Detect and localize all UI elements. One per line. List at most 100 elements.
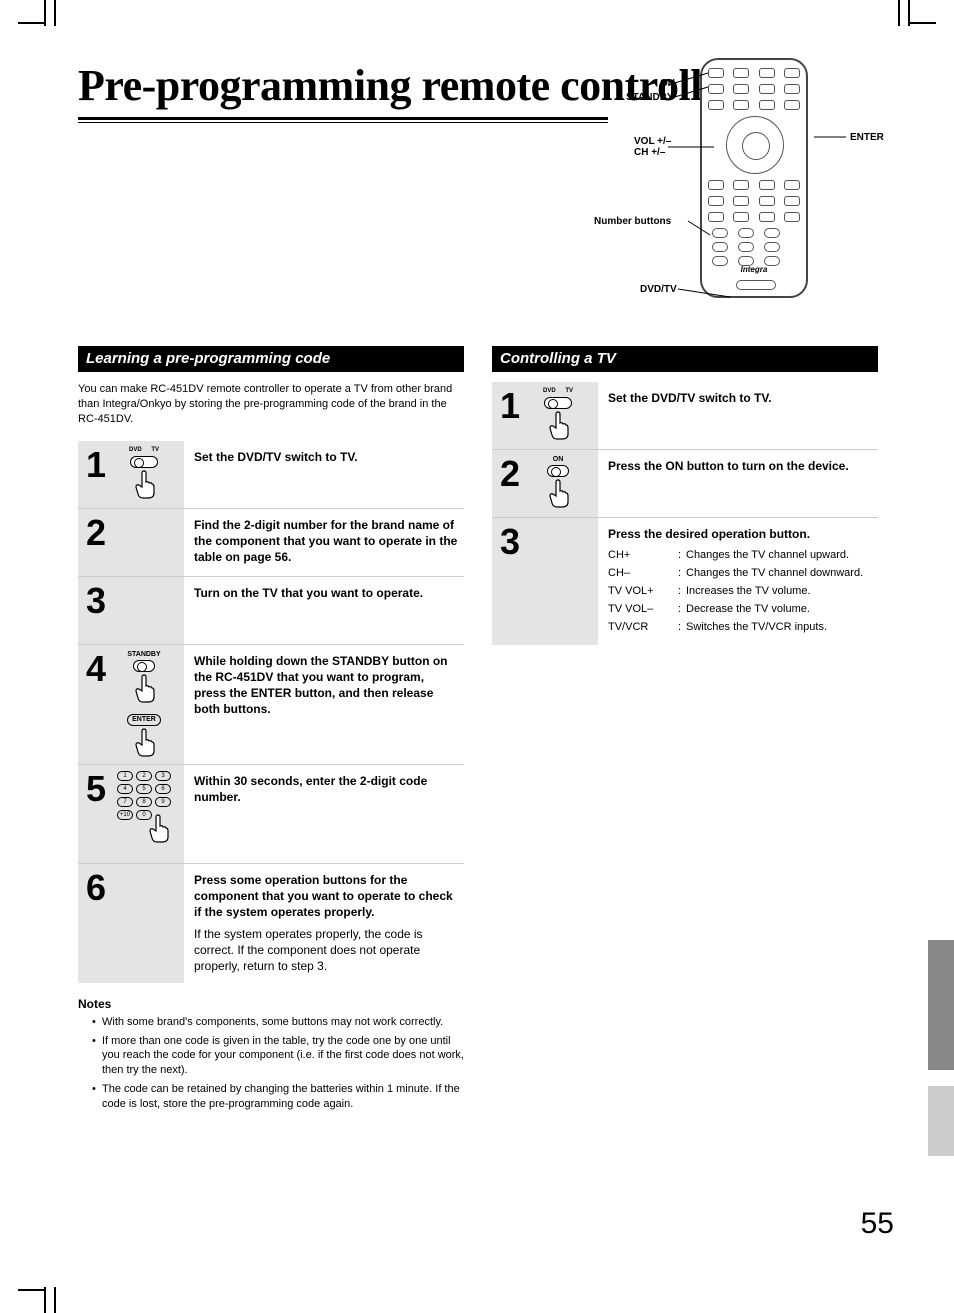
step-num-cell: 4STANDBYENTER — [78, 645, 184, 764]
step-title: Press the ON button to turn on the devic… — [608, 458, 872, 474]
step-num-cell: 2 — [78, 509, 184, 576]
step-number: 3 — [500, 524, 520, 639]
crop-mark — [910, 22, 936, 24]
operation-row: CH–:Changes the TV channel downward. — [608, 566, 872, 581]
step-title: Find the 2-digit number for the brand na… — [194, 517, 458, 566]
crop-mark — [54, 0, 56, 26]
op-value: Changes the TV channel downward. — [686, 566, 872, 581]
op-colon: : — [678, 566, 686, 581]
operation-row: TV VOL–:Decrease the TV volume. — [608, 602, 872, 617]
op-value: Increases the TV volume. — [686, 584, 872, 599]
step-num-cell: 6 — [78, 864, 184, 983]
op-colon: : — [678, 584, 686, 599]
op-value: Decrease the TV volume. — [686, 602, 872, 617]
step-title: Within 30 seconds, enter the 2-digit cod… — [194, 773, 458, 805]
step-title: Press the desired operation button. — [608, 526, 872, 542]
remote-body: Integra — [700, 58, 808, 298]
step-number: 2 — [86, 515, 106, 570]
step-title: Turn on the TV that you want to operate. — [194, 585, 458, 601]
side-tab — [928, 1086, 954, 1156]
step-icon — [524, 524, 592, 639]
left-step: 5123456789+100 Within 30 seconds, enter t… — [78, 765, 464, 864]
step-title: While holding down the STANDBY button on… — [194, 653, 458, 718]
op-key: TV VOL+ — [608, 584, 678, 599]
callout-enter: ENTER — [850, 132, 884, 143]
step-num-cell: 3 — [492, 518, 598, 645]
note-item: The code can be retained by changing the… — [92, 1082, 464, 1112]
step-num-cell: 1DVDTV — [492, 382, 598, 449]
step-num-cell: 3 — [78, 577, 184, 644]
step-number: 1 — [86, 447, 106, 502]
page-number: 55 — [861, 1207, 894, 1241]
left-heading: Learning a pre-programming code — [78, 346, 464, 372]
notes-heading: Notes — [78, 997, 464, 1011]
callout-numbers: Number buttons — [594, 216, 671, 227]
note-item: With some brand's components, some butto… — [92, 1015, 464, 1030]
right-column: Controlling a TV 1DVDTV Set the DVD/TV sw… — [492, 346, 878, 1116]
left-step: 4STANDBYENTERWhile holding down the STAN… — [78, 645, 464, 765]
hand-icon — [132, 674, 156, 704]
op-colon: : — [678, 602, 686, 617]
hand-icon — [132, 728, 156, 758]
step-title: Set the DVD/TV switch to TV. — [608, 390, 872, 406]
step-body: Within 30 seconds, enter the 2-digit cod… — [184, 765, 464, 863]
note-item: If more than one code is given in the ta… — [92, 1034, 464, 1079]
notes-list: With some brand's components, some butto… — [78, 1015, 464, 1112]
number-pad-icon — [712, 228, 780, 266]
step-body: Press the ON button to turn on the devic… — [598, 450, 878, 517]
left-intro: You can make RC-451DV remote controller … — [78, 382, 464, 427]
right-step: 2ON Press the ON button to turn on the de… — [492, 450, 878, 518]
step-number: 6 — [86, 870, 106, 977]
operation-row: TV/VCR:Switches the TV/VCR inputs. — [608, 620, 872, 635]
left-step: 1DVDTV Set the DVD/TV switch to TV. — [78, 441, 464, 509]
step-number: 4 — [86, 651, 106, 758]
step-body: Turn on the TV that you want to operate. — [184, 577, 464, 644]
hand-icon — [546, 411, 570, 441]
hand-icon — [132, 470, 156, 500]
left-column: Learning a pre-programming code You can … — [78, 346, 464, 1116]
crop-mark — [18, 1289, 44, 1291]
step-icon: STANDBYENTER — [110, 651, 178, 758]
op-key: TV/VCR — [608, 620, 678, 635]
remote-diagram: Integra — [700, 58, 840, 308]
step-num-cell: 1DVDTV — [78, 441, 184, 508]
crop-mark — [898, 0, 900, 26]
op-key: TV VOL– — [608, 602, 678, 617]
step-title: Set the DVD/TV switch to TV. — [194, 449, 458, 465]
left-step: 6 Press some operation buttons for the co… — [78, 864, 464, 983]
op-key: CH+ — [608, 548, 678, 563]
side-tab — [928, 940, 954, 1070]
right-step: 1DVDTV Set the DVD/TV switch to TV. — [492, 382, 878, 450]
left-step: 3 Turn on the TV that you want to operate… — [78, 577, 464, 645]
step-num-cell: 2ON — [492, 450, 598, 517]
right-step: 3 Press the desired operation button. CH+:… — [492, 518, 878, 645]
step-num-cell: 5123456789+100 — [78, 765, 184, 863]
operations-table: CH+:Changes the TV channel upward.CH–:Ch… — [608, 548, 872, 634]
hand-icon — [546, 479, 570, 509]
step-number: 5 — [86, 771, 106, 857]
step-subtext: If the system operates properly, the cod… — [194, 926, 458, 975]
step-body: While holding down the STANDBY button on… — [184, 645, 464, 764]
op-colon: : — [678, 548, 686, 563]
right-heading: Controlling a TV — [492, 346, 878, 372]
crop-mark — [54, 1287, 56, 1313]
callout-vol-ch: VOL +/– CH +/– — [634, 136, 671, 158]
op-colon: : — [678, 620, 686, 635]
step-title: Press some operation buttons for the com… — [194, 872, 458, 921]
step-body: Set the DVD/TV switch to TV. — [598, 382, 878, 449]
callout-on: ON — [660, 78, 675, 89]
step-number: 2 — [500, 456, 520, 511]
op-value: Switches the TV/VCR inputs. — [686, 620, 872, 635]
operation-row: CH+:Changes the TV channel upward. — [608, 548, 872, 563]
step-number: 3 — [86, 583, 106, 638]
callout-standby: STANDBY — [626, 92, 674, 103]
step-icon — [110, 515, 178, 570]
operation-row: TV VOL+:Increases the TV volume. — [608, 584, 872, 599]
step-body: Set the DVD/TV switch to TV. — [184, 441, 464, 508]
step-number: 1 — [500, 388, 520, 443]
step-icon: ON — [524, 456, 592, 511]
step-icon: DVDTV — [110, 447, 178, 502]
op-value: Changes the TV channel upward. — [686, 548, 872, 563]
step-body: Press the desired operation button.CH+:C… — [598, 518, 878, 645]
step-icon: 123456789+100 — [110, 771, 178, 857]
